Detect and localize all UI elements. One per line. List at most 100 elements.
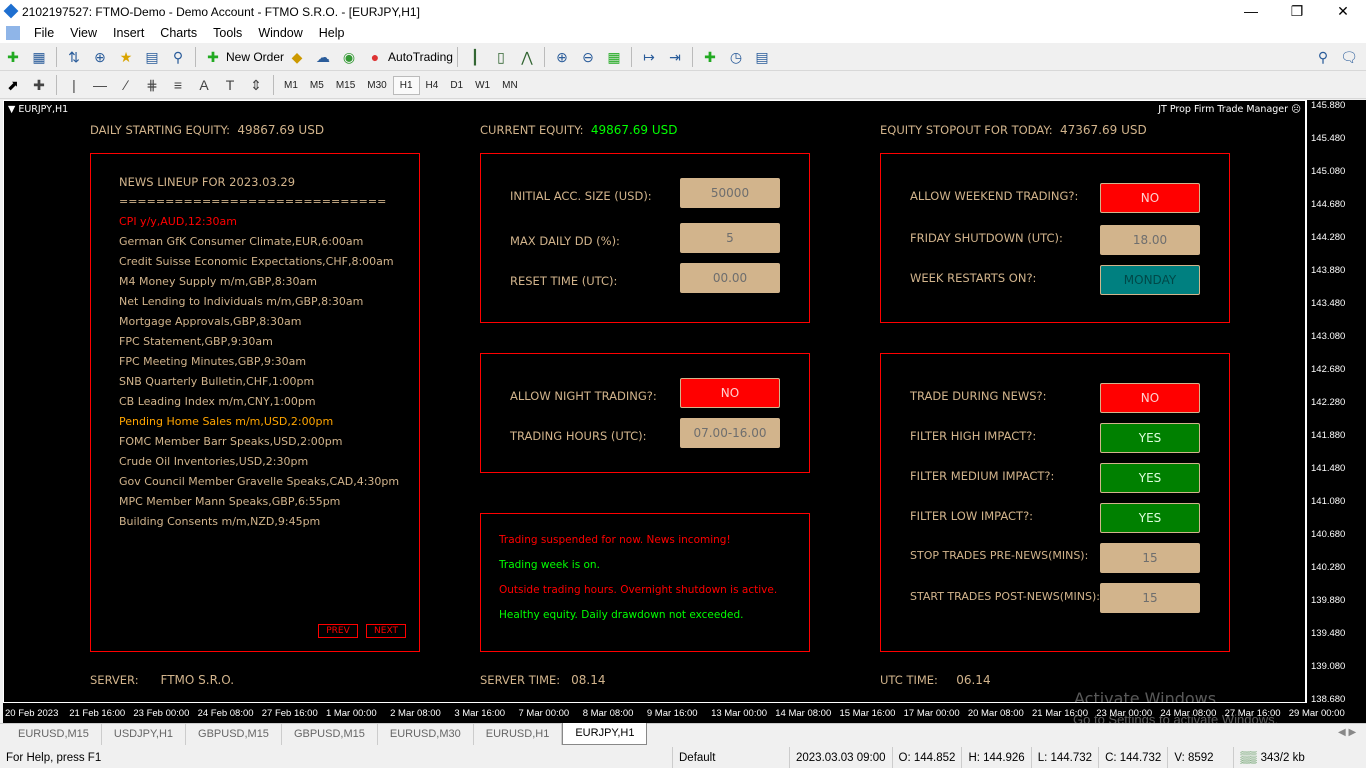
zoom-out-icon[interactable]: ⊖ — [578, 48, 598, 66]
news-filter-panel: TRADE DURING NEWS?: NO FILTER HIGH IMPAC… — [880, 353, 1230, 652]
timeframe-h4[interactable]: H4 — [420, 77, 445, 94]
chart-tab[interactable]: GBPUSD,M15 — [186, 724, 282, 745]
market-watch-icon[interactable]: ⇅ — [64, 48, 84, 66]
status-high: H: 144.926 — [961, 747, 1030, 768]
tab-scroll-arrows[interactable]: ◀ ▶ — [1338, 727, 1356, 738]
weekend-trading-toggle[interactable]: NO — [1100, 183, 1200, 213]
current-equity-label: CURRENT EQUITY: — [480, 123, 584, 137]
bar-chart-icon[interactable]: ┃ — [465, 48, 485, 66]
maximize-button[interactable]: ❐ — [1274, 0, 1320, 23]
chart-tab[interactable]: EURUSD,H1 — [474, 724, 563, 745]
timeframe-m15[interactable]: M15 — [330, 77, 361, 94]
search-icon[interactable]: ⚲ — [1313, 48, 1333, 66]
max-dd-input[interactable]: 5 — [680, 223, 780, 253]
server-label: SERVER: — [90, 673, 139, 687]
news-item: Net Lending to Individuals m/m,GBP,8:30a… — [119, 295, 364, 308]
profiles-icon[interactable]: ▦ — [29, 48, 49, 66]
pre-news-input[interactable]: 15 — [1100, 543, 1200, 573]
text-label-icon[interactable]: T — [220, 76, 240, 94]
friday-shutdown-input[interactable]: 18.00 — [1100, 225, 1200, 255]
menu-help[interactable]: Help — [311, 26, 353, 40]
post-news-input[interactable]: 15 — [1100, 583, 1200, 613]
signals-icon[interactable]: ☁ — [313, 48, 333, 66]
status-help: For Help, press F1 — [6, 751, 102, 764]
line-chart-icon[interactable]: ⋀ — [517, 48, 537, 66]
status-open: O: 144.852 — [891, 747, 962, 768]
timeframe-m5[interactable]: M5 — [304, 77, 330, 94]
new-order-button[interactable]: New Order — [226, 50, 284, 64]
news-item: SNB Quarterly Bulletin,CHF,1:00pm — [119, 375, 315, 388]
timeframe-m30[interactable]: M30 — [361, 77, 392, 94]
menu-insert[interactable]: Insert — [105, 26, 152, 40]
utc-time-value: 06.14 — [956, 673, 991, 687]
data-window-icon[interactable]: ⊕ — [90, 48, 110, 66]
timeframe-mn[interactable]: MN — [496, 77, 524, 94]
price-tick: 139.880 — [1311, 595, 1346, 606]
prev-button[interactable]: PREV — [318, 624, 358, 638]
autotrading-button[interactable]: AutoTrading — [388, 50, 453, 64]
time-tick: 14 Mar 08:00 — [775, 707, 832, 719]
chart-window-icon — [6, 26, 20, 40]
price-tick: 141.480 — [1311, 463, 1346, 474]
chart-tab[interactable]: EURUSD,M15 — [6, 724, 102, 745]
trade-during-news-toggle[interactable]: NO — [1100, 383, 1200, 413]
terminal-icon[interactable]: ▤ — [142, 48, 162, 66]
equidistant-channel-icon[interactable]: ⋕ — [142, 76, 162, 94]
chart-shift-icon[interactable]: ⇥ — [665, 48, 685, 66]
trading-hours-input[interactable]: 07.00-16.00 — [680, 418, 780, 448]
tile-windows-icon[interactable]: ▦ — [604, 48, 624, 66]
chart-tab[interactable]: USDJPY,H1 — [102, 724, 187, 745]
periods-icon[interactable]: ◷ — [726, 48, 746, 66]
price-tick: 139.480 — [1311, 628, 1346, 639]
indicators-icon[interactable]: ✚ — [700, 48, 720, 66]
arrows-icon[interactable]: ⇕ — [246, 76, 266, 94]
candlestick-icon[interactable]: ▯ — [491, 48, 511, 66]
autoscroll-icon[interactable]: ↦ — [639, 48, 659, 66]
news-title: NEWS LINEUP FOR 2023.03.29 — [119, 175, 296, 189]
navigator-icon[interactable]: ★ — [116, 48, 136, 66]
menu-tools[interactable]: Tools — [205, 26, 250, 40]
price-tick: 144.280 — [1311, 232, 1346, 243]
text-icon[interactable]: A — [194, 76, 214, 94]
menu-file[interactable]: File — [26, 26, 62, 40]
menu-window[interactable]: Window — [250, 26, 310, 40]
timeframe-w1[interactable]: W1 — [469, 77, 496, 94]
close-button[interactable]: ✕ — [1320, 0, 1366, 23]
trendline-icon[interactable]: ∕ — [116, 76, 136, 94]
fibonacci-icon[interactable]: ≡ — [168, 76, 188, 94]
market-icon[interactable]: ◉ — [339, 48, 359, 66]
time-tick: 2 Mar 08:00 — [390, 707, 441, 719]
timeframe-m1[interactable]: M1 — [278, 77, 304, 94]
menu-charts[interactable]: Charts — [152, 26, 205, 40]
chart-tab[interactable]: EURUSD,M30 — [378, 724, 474, 745]
strategy-tester-icon[interactable]: ⚲ — [168, 48, 188, 66]
next-button[interactable]: NEXT — [366, 624, 406, 638]
cursor-icon[interactable]: ⬈ — [3, 76, 23, 94]
chart-tab[interactable]: GBPUSD,M15 — [282, 724, 378, 745]
status-bar: For Help, press F1 Default 2023.03.03 09… — [0, 747, 1366, 768]
templates-icon[interactable]: ▤ — [752, 48, 772, 66]
reset-time-input[interactable]: 00.00 — [680, 263, 780, 293]
chart-tab[interactable]: EURJPY,H1 — [562, 723, 648, 745]
filter-high-toggle[interactable]: YES — [1100, 423, 1200, 453]
chat-icon[interactable]: 🗨 — [1339, 48, 1359, 66]
new-chart-icon[interactable]: ✚ — [3, 48, 23, 66]
menu-view[interactable]: View — [62, 26, 105, 40]
night-trading-toggle[interactable]: NO — [680, 378, 780, 408]
metaeditor-icon[interactable]: ◆ — [287, 48, 307, 66]
filter-medium-toggle[interactable]: YES — [1100, 463, 1200, 493]
status-close: C: 144.732 — [1098, 747, 1167, 768]
horizontal-line-icon[interactable]: — — [90, 76, 110, 94]
news-item: CB Leading Index m/m,CNY,1:00pm — [119, 395, 316, 408]
timeframe-h1[interactable]: H1 — [392, 75, 420, 95]
daily-equity: DAILY STARTING EQUITY: 49867.69 USD — [90, 123, 324, 137]
acc-size-input[interactable]: 50000 — [680, 178, 780, 208]
minimize-button[interactable]: — — [1228, 0, 1274, 23]
zoom-in-icon[interactable]: ⊕ — [552, 48, 572, 66]
vertical-line-icon[interactable]: | — [64, 76, 84, 94]
week-restart-select[interactable]: MONDAY — [1100, 265, 1200, 295]
timeframe-d1[interactable]: D1 — [444, 77, 469, 94]
filter-low-toggle[interactable]: YES — [1100, 503, 1200, 533]
crosshair-icon[interactable]: ✚ — [29, 76, 49, 94]
chart-window[interactable]: ▼ EURJPY,H1 JT Prop Firm Trade Manager ☹… — [3, 100, 1306, 708]
